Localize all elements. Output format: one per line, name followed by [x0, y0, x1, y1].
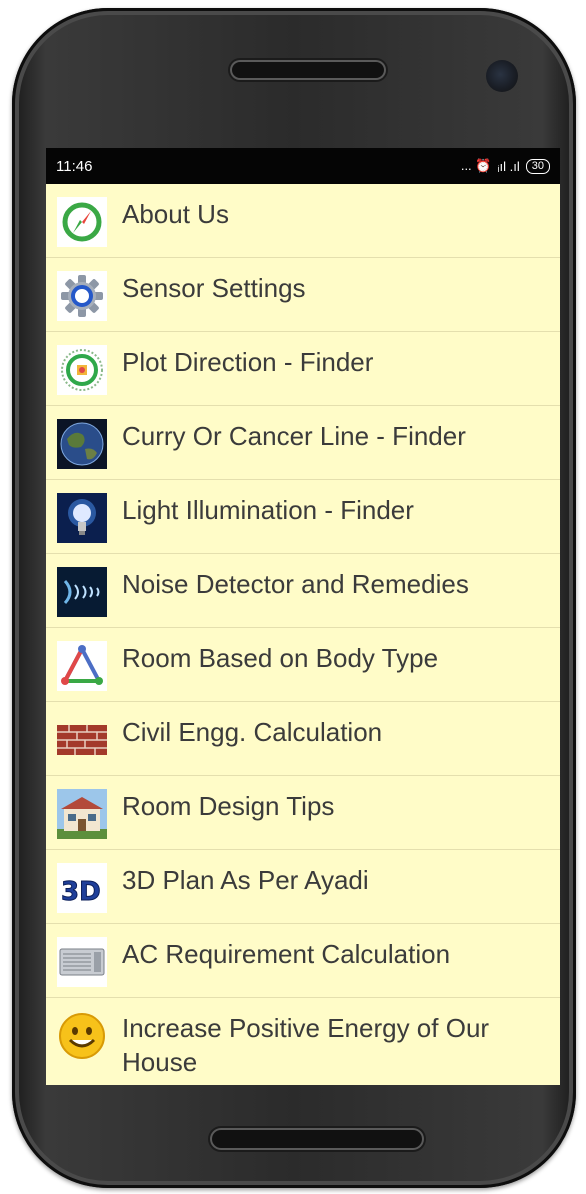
menu-item-about-us[interactable]: About Us [46, 184, 560, 258]
status-icons: ... ⏰ ᵢıl .ıl 30 [461, 158, 550, 174]
menu-item-label: About Us [122, 199, 229, 229]
air-conditioner-icon [56, 936, 108, 988]
gear-icon [56, 270, 108, 322]
status-bar: 11:46 ... ⏰ ᵢıl .ıl 30 [46, 148, 560, 184]
menu-item-label: Increase Positive Energy of Our House [122, 1013, 490, 1077]
compass-icon [56, 196, 108, 248]
menu-item-label: AC Requirement Calculation [122, 939, 451, 969]
menu-item-curry-cancer-line[interactable]: Curry Or Cancer Line - Finder [46, 406, 560, 480]
3d-icon: 3D [56, 862, 108, 914]
menu-list: About Us Sensor Settings Plot Direction … [46, 184, 560, 1085]
menu-item-light-illumination[interactable]: Light Illumination - Finder [46, 480, 560, 554]
menu-item-noise-detector[interactable]: Noise Detector and Remedies [46, 554, 560, 628]
menu-item-label: Civil Engg. Calculation [122, 717, 383, 747]
notification-indicators: ... ⏰ [460, 158, 492, 173]
menu-item-label: Room Design Tips [122, 791, 335, 821]
signal-icon: ᵢıl .ıl [497, 158, 520, 174]
app-screen: 11:46 ... ⏰ ᵢıl .ıl 30 About Us Sensor S… [46, 148, 560, 1085]
house-icon [56, 788, 108, 840]
direction-dial-icon [56, 344, 108, 396]
menu-item-label: Plot Direction - Finder [122, 347, 374, 377]
menu-item-positive-energy[interactable]: Increase Positive Energy of Our House [46, 998, 560, 1085]
status-time: 11:46 [56, 157, 93, 175]
menu-item-label: Light Illumination - Finder [122, 495, 414, 525]
front-camera [486, 60, 518, 92]
smiley-icon [56, 1010, 108, 1062]
brick-wall-icon [56, 714, 108, 766]
menu-item-label: Room Based on Body Type [122, 643, 439, 673]
menu-item-sensor-settings[interactable]: Sensor Settings [46, 258, 560, 332]
top-speaker [230, 60, 386, 80]
menu-item-label: Noise Detector and Remedies [122, 569, 469, 599]
menu-item-label: Sensor Settings [122, 273, 306, 303]
menu-item-civil-engg[interactable]: Civil Engg. Calculation [46, 702, 560, 776]
triangle-elements-icon [56, 640, 108, 692]
bottom-speaker [210, 1128, 424, 1150]
globe-icon [56, 418, 108, 470]
menu-item-ac-requirement[interactable]: AC Requirement Calculation [46, 924, 560, 998]
menu-item-room-body-type[interactable]: Room Based on Body Type [46, 628, 560, 702]
menu-item-room-design-tips[interactable]: Room Design Tips [46, 776, 560, 850]
sound-wave-icon [56, 566, 108, 618]
light-bulb-icon [56, 492, 108, 544]
svg-text:3D: 3D [61, 877, 101, 907]
menu-item-3d-plan[interactable]: 3D 3D Plan As Per Ayadi [46, 850, 560, 924]
menu-item-label: Curry Or Cancer Line - Finder [122, 421, 466, 451]
battery-icon: 30 [525, 158, 550, 174]
menu-item-label: 3D Plan As Per Ayadi [122, 865, 369, 895]
menu-item-plot-direction[interactable]: Plot Direction - Finder [46, 332, 560, 406]
